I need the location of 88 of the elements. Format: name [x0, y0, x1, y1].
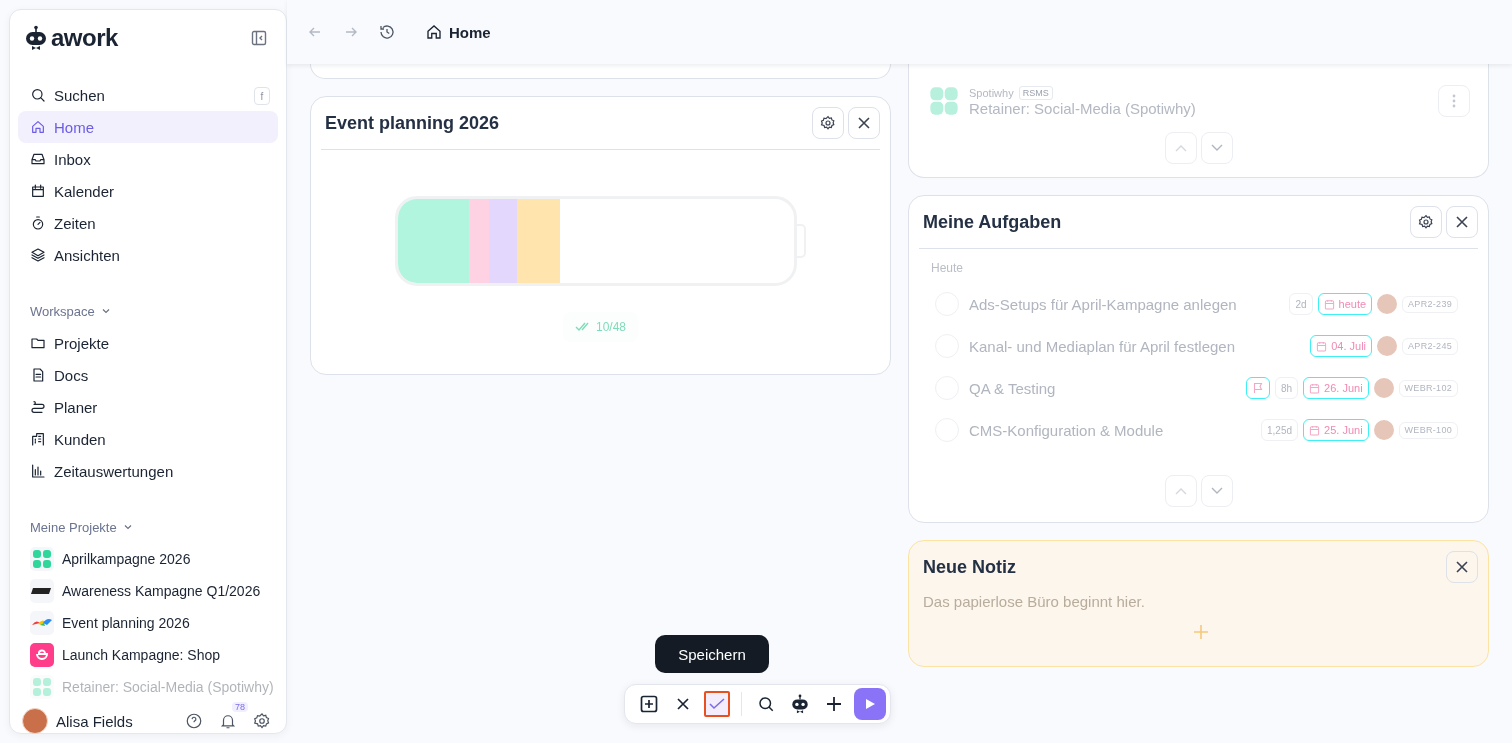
- project-item[interactable]: Aprilkampagne 2026: [18, 543, 203, 575]
- task-key: APR2-239: [1402, 295, 1458, 313]
- play-icon: [864, 698, 876, 710]
- route-icon: [30, 399, 46, 415]
- project-icon: [30, 675, 54, 699]
- document-icon: [30, 367, 46, 383]
- bar-chart-icon: [30, 463, 46, 479]
- nav-item[interactable]: Home: [18, 111, 278, 143]
- project-icon: [30, 611, 54, 635]
- nav-item[interactable]: Zeiten: [18, 207, 278, 239]
- nav-item[interactable]: Docs: [18, 359, 278, 391]
- save-button[interactable]: [704, 691, 730, 717]
- chevron-icon: [100, 306, 111, 316]
- section-toggle[interactable]: Meine Projekte: [18, 511, 145, 543]
- more-icon: [1452, 94, 1456, 108]
- shortcut-key: f: [254, 87, 270, 105]
- group-label: Heute: [930, 260, 965, 275]
- user-profile[interactable]: Alisa Fields: [22, 708, 133, 734]
- task-key: WEBR-102: [1398, 379, 1458, 397]
- task-key: APR2-245: [1402, 337, 1458, 355]
- project-item[interactable]: Awareness Kampagne Q1/2026: [18, 575, 273, 607]
- home-icon: [30, 119, 46, 135]
- search-icon: [30, 87, 46, 103]
- avatar: [1373, 420, 1394, 440]
- chevron-icon: [122, 522, 133, 532]
- project-item[interactable]: Event planning 2026: [18, 607, 202, 639]
- notification-count: 78: [232, 702, 248, 712]
- project-icon: [30, 579, 54, 603]
- chevron-down-icon: [1210, 144, 1223, 152]
- duration-chip: 1,25d: [1261, 419, 1299, 441]
- check-icon: [709, 698, 725, 710]
- gear-icon: [820, 115, 836, 131]
- due-date-text: 26. Juni: [1324, 382, 1363, 394]
- note-input[interactable]: Das papierlose Büro beginnt hier.: [923, 593, 1223, 610]
- due-date-text: heute: [1338, 298, 1367, 310]
- nav-item[interactable]: Ansichten: [18, 239, 278, 271]
- avatar: [1373, 378, 1394, 398]
- layers-icon: [30, 247, 46, 263]
- nav-item[interactable]: Kunden: [18, 423, 278, 455]
- building-icon: [30, 431, 46, 447]
- client-name: Spotiwhy: [969, 86, 1014, 99]
- calendar-icon: [30, 183, 46, 199]
- chevron-up-icon: [1174, 487, 1187, 495]
- task-count-badge: 10/48: [563, 312, 638, 342]
- nav-item[interactable]: Zeitauswertungen: [18, 455, 278, 487]
- due-date-text: 25. Juni: [1324, 424, 1363, 436]
- calendar-icon: [1309, 424, 1321, 436]
- close-icon: [1455, 215, 1469, 229]
- awork-logo[interactable]: awork: [25, 24, 118, 52]
- card-title: Neue Notiz: [923, 556, 1016, 578]
- card-title: Meine Aufgaben: [923, 211, 1062, 233]
- project-item[interactable]: Launch Kampagne: Shop: [18, 639, 232, 671]
- chevron-down-icon: [1210, 487, 1223, 495]
- close-icon: [1455, 560, 1469, 574]
- inbox-icon: [30, 151, 46, 167]
- stopwatch-icon: [30, 215, 46, 231]
- duration-chip: 8h: [1274, 377, 1299, 399]
- project-tag: RSMS: [1018, 85, 1053, 100]
- calendar-icon: [1316, 340, 1328, 352]
- flag-icon[interactable]: [1245, 377, 1270, 399]
- nav-item[interactable]: Projekte: [18, 327, 278, 359]
- duration-chip: 2d: [1289, 293, 1313, 315]
- chevron-up-icon: [1174, 144, 1187, 152]
- project-icon: [30, 547, 54, 571]
- gear-icon: [1418, 214, 1434, 230]
- project-icon: [927, 84, 961, 118]
- settings-button[interactable]: [1410, 206, 1442, 238]
- calendar-icon: [1309, 382, 1321, 394]
- task-key: WEBR-100: [1398, 421, 1458, 439]
- folder-icon: [30, 335, 46, 351]
- nav-item[interactable]: Kalender: [18, 175, 278, 207]
- calendar-icon: [1323, 298, 1335, 310]
- tooltip: Speichern: [655, 635, 769, 673]
- home-icon: [425, 23, 443, 41]
- close-icon: [857, 116, 871, 130]
- section-toggle[interactable]: Workspace: [18, 295, 123, 327]
- card-title: Event planning 2026: [325, 112, 500, 134]
- project-icon: [30, 643, 54, 667]
- nav-item[interactable]: Planer: [18, 391, 278, 423]
- settings-button[interactable]: [812, 107, 844, 139]
- avatar: [1377, 294, 1398, 314]
- nav-item[interactable]: Inbox: [18, 143, 278, 175]
- avatar: [22, 708, 48, 734]
- breadcrumb[interactable]: Home: [449, 23, 491, 41]
- close-button[interactable]: [1446, 551, 1478, 583]
- avatar: [1377, 336, 1398, 356]
- due-date-text: 04. Juli: [1331, 340, 1367, 352]
- play-button[interactable]: [854, 688, 886, 720]
